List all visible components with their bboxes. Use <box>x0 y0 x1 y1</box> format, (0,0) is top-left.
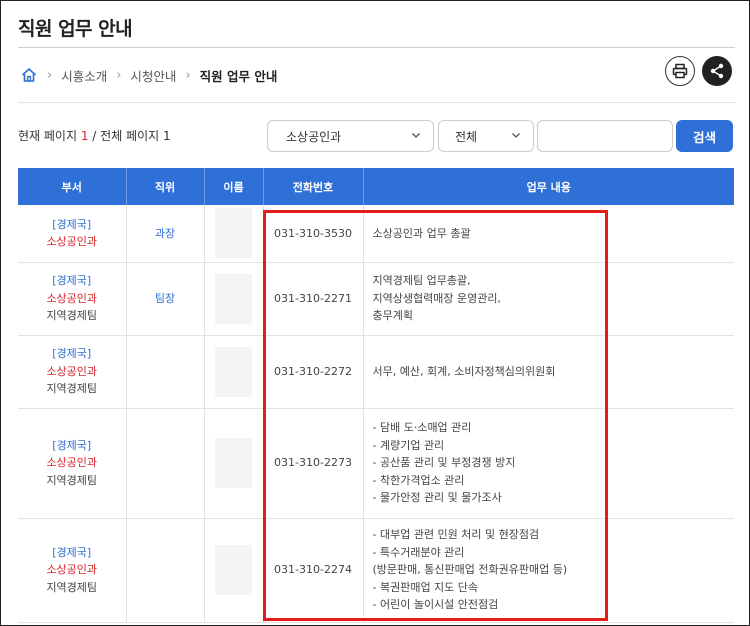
column-header-name: 이름 <box>203 168 263 205</box>
phone-cell: 031-310-3530 <box>262 205 363 263</box>
breadcrumb-item-cityhall[interactable]: 시청안내 <box>130 66 176 85</box>
title-divider <box>18 47 735 48</box>
task-line: 충무계획 <box>372 309 413 323</box>
department-cell: [경제국] 소상공인과 지역경제팀 <box>18 262 126 336</box>
department-label: 소상공인과 <box>46 235 98 249</box>
task-line: - 복권판매업 지도 단속 <box>372 580 479 594</box>
department-select-value: 소상공인과 <box>286 129 342 144</box>
total-pages: 1 <box>163 129 171 143</box>
search-input[interactable] <box>537 120 673 152</box>
section-divider <box>18 102 735 103</box>
task-line: - 어린이 놀이시설 안전점검 <box>372 598 499 612</box>
team-label: 지역경제팀 <box>46 382 98 396</box>
column-header-position: 직위 <box>125 168 204 205</box>
breadcrumb-item-about[interactable]: 시흥소개 <box>61 66 107 85</box>
name-cell <box>203 262 263 336</box>
redacted-name <box>215 273 252 324</box>
chevron-right-icon: › <box>47 67 53 83</box>
page-title: 직원 업무 안내 <box>18 18 133 40</box>
print-button[interactable] <box>665 56 695 86</box>
position-cell <box>125 518 204 623</box>
department-cell: [경제국] 소상공인과 지역경제팀 <box>18 518 126 623</box>
name-cell <box>203 408 263 519</box>
department-label: 소상공인과 <box>46 291 98 305</box>
department-select[interactable]: 소상공인과 <box>267 120 434 152</box>
page-indicator: 현재 페이지 1 / 전체 페이지 1 <box>18 127 171 144</box>
tasks-cell: - 대부업 관련 민원 처리 및 현장점검 - 특수거래분야 관리 (방문판매,… <box>362 518 734 623</box>
name-cell <box>203 335 263 409</box>
column-header-department: 부서 <box>18 168 126 205</box>
bureau-label: [경제국] <box>52 545 92 559</box>
task-line: - 대부업 관련 민원 처리 및 현장점검 <box>372 528 540 542</box>
breadcrumb: › 시흥소개 › 시청안내 › 직원 업무 안내 <box>20 65 277 85</box>
task-line: - 담배 도·소매업 관리 <box>372 421 472 435</box>
department-cell: [경제국] 소상공인과 지역경제팀 <box>18 408 126 519</box>
tasks-cell: 소상공인과 업무 총괄 <box>362 205 734 263</box>
tasks-cell: 서무, 예산, 회계, 소비자정책심의위원회 <box>362 335 734 409</box>
table-row: [경제국] 소상공인과 지역경제팀 031-310-2272 서무, 예산, 회… <box>18 335 734 409</box>
department-label: 소상공인과 <box>46 364 98 378</box>
position-cell: 팀장 <box>125 262 204 336</box>
column-header-phone: 전화번호 <box>262 168 363 205</box>
table-row: [경제국] 소상공인과 지역경제팀 031-310-2274 - 대부업 관련 … <box>18 518 734 623</box>
tasks-cell: 지역경제팀 업무총괄, 지역상생협력매장 운영관리, 충무계획 <box>362 262 734 336</box>
phone-cell: 031-310-2271 <box>262 262 363 336</box>
team-label: 지역경제팀 <box>46 473 98 487</box>
task-line: 지역경제팀 업무총괄, <box>372 274 471 288</box>
bureau-label: [경제국] <box>52 217 92 231</box>
task-line: (방문판매, 통신판매업 전화권유판매업 등) <box>372 563 568 577</box>
task-line: - 물가안정 관리 및 물가조사 <box>372 491 502 505</box>
column-header-tasks: 업무 내용 <box>362 168 734 205</box>
position-cell: 과장 <box>125 205 204 263</box>
redacted-name <box>215 438 252 488</box>
phone-cell: 031-310-2273 <box>262 408 363 519</box>
search-button[interactable]: 검색 <box>676 120 733 152</box>
breadcrumb-current: 직원 업무 안내 <box>199 68 278 84</box>
team-label: 지역경제팀 <box>46 580 98 594</box>
chevron-down-icon <box>412 133 420 138</box>
printer-icon <box>672 63 688 79</box>
task-line: - 착한가격업소 관리 <box>372 473 465 487</box>
name-cell <box>203 205 263 263</box>
department-cell: [경제국] 소상공인과 <box>18 205 126 263</box>
redacted-name <box>215 208 252 259</box>
position-cell <box>125 335 204 409</box>
tasks-cell: - 담배 도·소매업 관리 - 계량기업 관리 - 공산품 관리 및 부정경쟁 … <box>362 408 734 519</box>
task-line: 지역상생협력매장 운영관리, <box>372 291 501 305</box>
home-icon[interactable] <box>20 66 38 84</box>
redacted-name <box>215 545 252 595</box>
table-row: [경제국] 소상공인과 지역경제팀 031-310-2273 - 담배 도·소매… <box>18 408 734 519</box>
table-row: [경제국] 소상공인과 지역경제팀 팀장 031-310-2271 지역경제팀 … <box>18 262 734 336</box>
redacted-name <box>215 346 252 397</box>
task-line: - 계량기업 관리 <box>372 438 445 452</box>
chevron-down-icon <box>512 133 520 138</box>
bureau-label: [경제국] <box>52 274 92 288</box>
department-label: 소상공인과 <box>46 563 98 577</box>
task-line: - 특수거래분야 관리 <box>372 545 465 559</box>
position-cell <box>125 408 204 519</box>
search-field-select-value: 전체 <box>455 129 478 144</box>
share-button[interactable] <box>702 56 732 86</box>
name-cell <box>203 518 263 623</box>
phone-cell: 031-310-2274 <box>262 518 363 623</box>
department-label: 소상공인과 <box>46 456 98 470</box>
table-row: [경제국] 소상공인과 과장 031-310-3530 소상공인과 업무 총괄 <box>18 205 734 263</box>
task-line: 소상공인과 업무 총괄 <box>372 226 471 240</box>
staff-table: 부서 직위 이름 전화번호 업무 내용 [경제국] 소상공인과 과장 031-3… <box>18 168 734 623</box>
page-indicator-middle: / 전체 페이지 <box>88 129 163 143</box>
chevron-right-icon: › <box>116 67 122 83</box>
chevron-right-icon: › <box>185 67 191 83</box>
bureau-label: [경제국] <box>52 347 92 361</box>
search-field-select[interactable]: 전체 <box>438 120 534 152</box>
task-line: 서무, 예산, 회계, 소비자정책심의위원회 <box>372 364 556 378</box>
table-header-row: 부서 직위 이름 전화번호 업무 내용 <box>18 168 734 205</box>
department-cell: [경제국] 소상공인과 지역경제팀 <box>18 335 126 409</box>
page-indicator-prefix: 현재 페이지 <box>18 129 81 143</box>
phone-cell: 031-310-2272 <box>262 335 363 409</box>
task-line: - 공산품 관리 및 부정경쟁 방지 <box>372 456 516 470</box>
bureau-label: [경제국] <box>52 438 92 452</box>
share-icon <box>710 63 724 79</box>
team-label: 지역경제팀 <box>46 309 98 323</box>
page-frame: 직원 업무 안내 › 시흥소개 › 시청안내 › 직원 업무 안내 현재 페이지… <box>0 0 750 626</box>
